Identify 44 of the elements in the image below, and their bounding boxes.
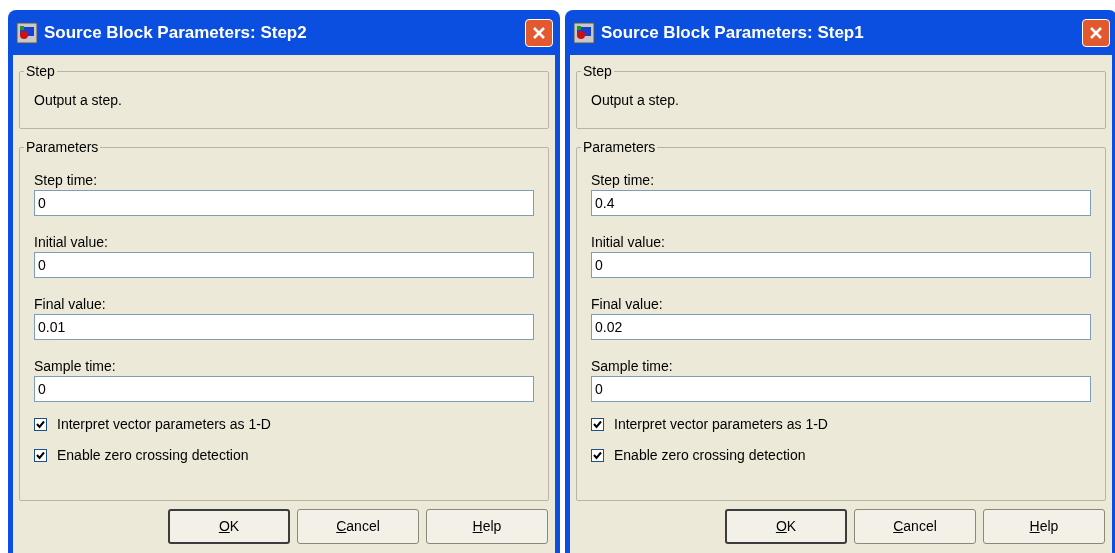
- dialog-button[interactable]: Help: [983, 509, 1105, 544]
- field-label: Step time:: [591, 171, 656, 190]
- field-label: Sample time:: [34, 357, 117, 376]
- checkbox-label: Enable zero crossing detection: [614, 446, 806, 465]
- close-icon: [1089, 25, 1103, 40]
- group-label: Parameters: [582, 138, 657, 157]
- checkbox-label: Enable zero crossing detection: [57, 446, 249, 465]
- field-label: Final value:: [34, 295, 107, 314]
- dialog-button[interactable]: Cancel: [854, 509, 976, 544]
- field-label: Initial value:: [591, 233, 666, 252]
- checkbox[interactable]: [591, 449, 604, 462]
- checkbox[interactable]: [34, 418, 47, 431]
- dialog-button[interactable]: Help: [426, 509, 548, 544]
- checkbox-label: Interpret vector parameters as 1-D: [614, 415, 828, 434]
- input-field[interactable]: 0: [34, 376, 534, 402]
- close-button[interactable]: [1082, 18, 1110, 47]
- window-title: Source Block Parameters: Step1: [601, 21, 865, 44]
- group-label: Step: [582, 62, 613, 81]
- dialog-button[interactable]: OK: [725, 509, 847, 544]
- input-field[interactable]: 0.4: [591, 190, 1091, 216]
- input-field[interactable]: 0: [591, 376, 1091, 402]
- input-field[interactable]: 0: [34, 190, 534, 216]
- block-icon: [573, 21, 595, 44]
- block-icon: [16, 21, 38, 44]
- checkbox[interactable]: [34, 449, 47, 462]
- input-field[interactable]: 0: [34, 252, 534, 278]
- close-icon: [532, 25, 546, 40]
- description-text: Output a step.: [591, 91, 680, 110]
- group-label: Step: [25, 62, 56, 81]
- description-text: Output a step.: [34, 91, 123, 110]
- checkbox-label: Interpret vector parameters as 1-D: [57, 415, 271, 434]
- dialog-button[interactable]: Cancel: [297, 509, 419, 544]
- checkbox[interactable]: [591, 418, 604, 431]
- input-field[interactable]: 0.01: [34, 314, 534, 340]
- field-label: Step time:: [34, 171, 99, 190]
- group-label: Parameters: [25, 138, 100, 157]
- dialog-button[interactable]: OK: [168, 509, 290, 544]
- field-label: Sample time:: [591, 357, 674, 376]
- field-label: Initial value:: [34, 233, 109, 252]
- close-button[interactable]: [525, 18, 553, 47]
- input-field[interactable]: 0: [591, 252, 1091, 278]
- window-title: Source Block Parameters: Step2: [44, 21, 308, 44]
- field-label: Final value:: [591, 295, 664, 314]
- input-field[interactable]: 0.02: [591, 314, 1091, 340]
